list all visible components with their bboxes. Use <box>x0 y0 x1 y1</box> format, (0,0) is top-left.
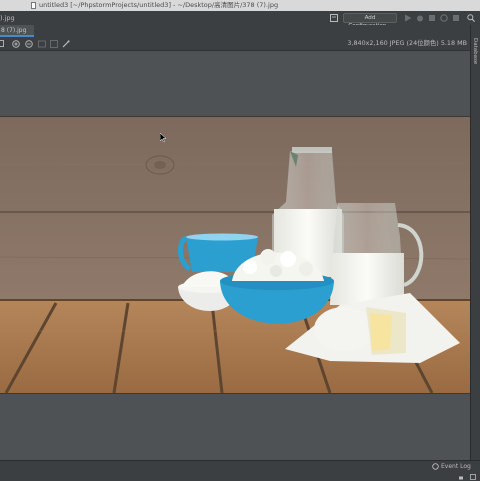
stop-icon[interactable] <box>452 14 460 22</box>
event-log-icon[interactable] <box>432 463 439 470</box>
dairy-photo <box>0 117 471 394</box>
grid-icon[interactable] <box>0 40 5 48</box>
menu-icon[interactable] <box>330 14 338 22</box>
status-bar: Event Log <box>0 460 480 481</box>
debug-icon[interactable] <box>416 14 424 22</box>
window-title: untitled3 [~/PhpstormProjects/untitled3]… <box>39 1 279 9</box>
tab-image-file[interactable]: 8 (7).jpg <box>0 25 34 37</box>
background-icon[interactable] <box>50 40 58 48</box>
lock-icon[interactable] <box>458 474 464 480</box>
actual-size-icon[interactable] <box>38 40 46 48</box>
event-log-button[interactable]: Event Log <box>441 461 471 472</box>
image-info: 3,840x2,160 JPEG (24位颜色) 5.18 MB <box>347 39 467 47</box>
navigation-bar: ).jpg Add Configuration... <box>0 11 480 29</box>
run-icon[interactable] <box>404 14 412 22</box>
image-preview <box>0 116 471 394</box>
profile-icon[interactable] <box>440 14 448 22</box>
right-tool-strip <box>470 25 480 460</box>
color-picker-icon[interactable] <box>62 40 70 48</box>
breadcrumb[interactable]: ).jpg <box>0 11 15 25</box>
coverage-icon[interactable] <box>428 14 436 22</box>
window-title-bar: untitled3 [~/PhpstormProjects/untitled3]… <box>0 0 480 11</box>
image-viewer-toolbar: 3,840x2,160 JPEG (24位颜色) 5.18 MB <box>0 37 470 51</box>
database-tool-button[interactable]: Database <box>472 38 478 64</box>
search-icon[interactable] <box>467 14 475 22</box>
mouse-cursor-icon <box>160 133 166 142</box>
zoom-in-icon[interactable] <box>12 40 20 48</box>
editor-tab-bar: 8 (7).jpg <box>0 25 470 37</box>
zoom-out-icon[interactable] <box>25 40 33 48</box>
doc-icon <box>31 2 36 9</box>
notifications-icon[interactable] <box>470 474 476 480</box>
add-configuration-button[interactable]: Add Configuration... <box>343 13 397 29</box>
